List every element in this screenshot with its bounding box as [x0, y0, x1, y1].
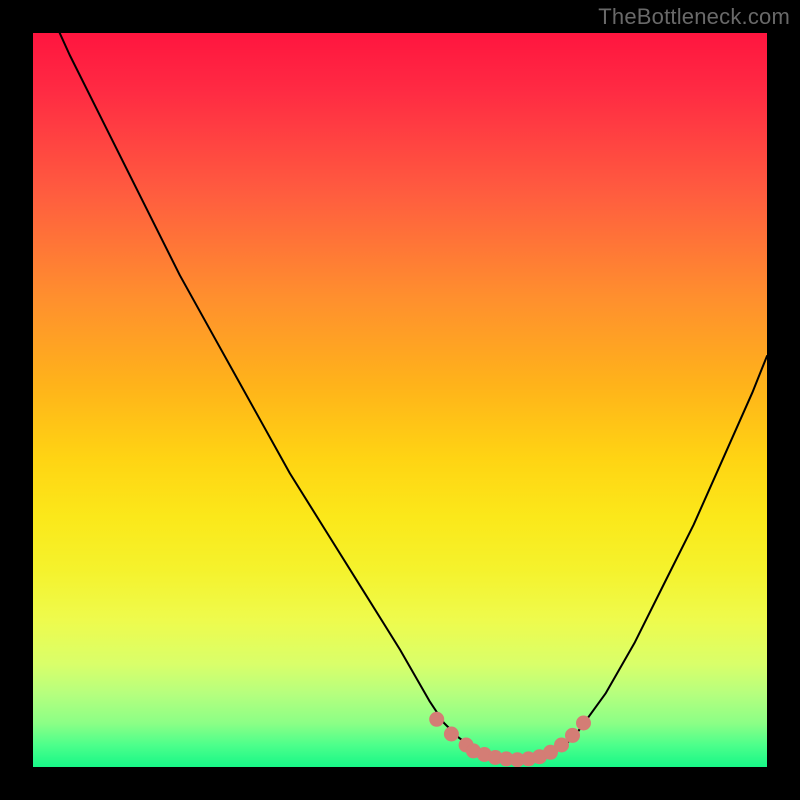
chart-svg: [33, 33, 767, 767]
marker-dot: [566, 728, 580, 742]
marker-dot: [430, 712, 444, 726]
watermark-text: TheBottleneck.com: [598, 4, 790, 30]
marker-dot: [577, 716, 591, 730]
bottleneck-curve: [33, 33, 767, 760]
marker-dot: [555, 738, 569, 752]
marker-dot: [444, 727, 458, 741]
bottom-markers: [430, 712, 591, 766]
plot-area: [33, 33, 767, 767]
chart-frame: TheBottleneck.com: [0, 0, 800, 800]
